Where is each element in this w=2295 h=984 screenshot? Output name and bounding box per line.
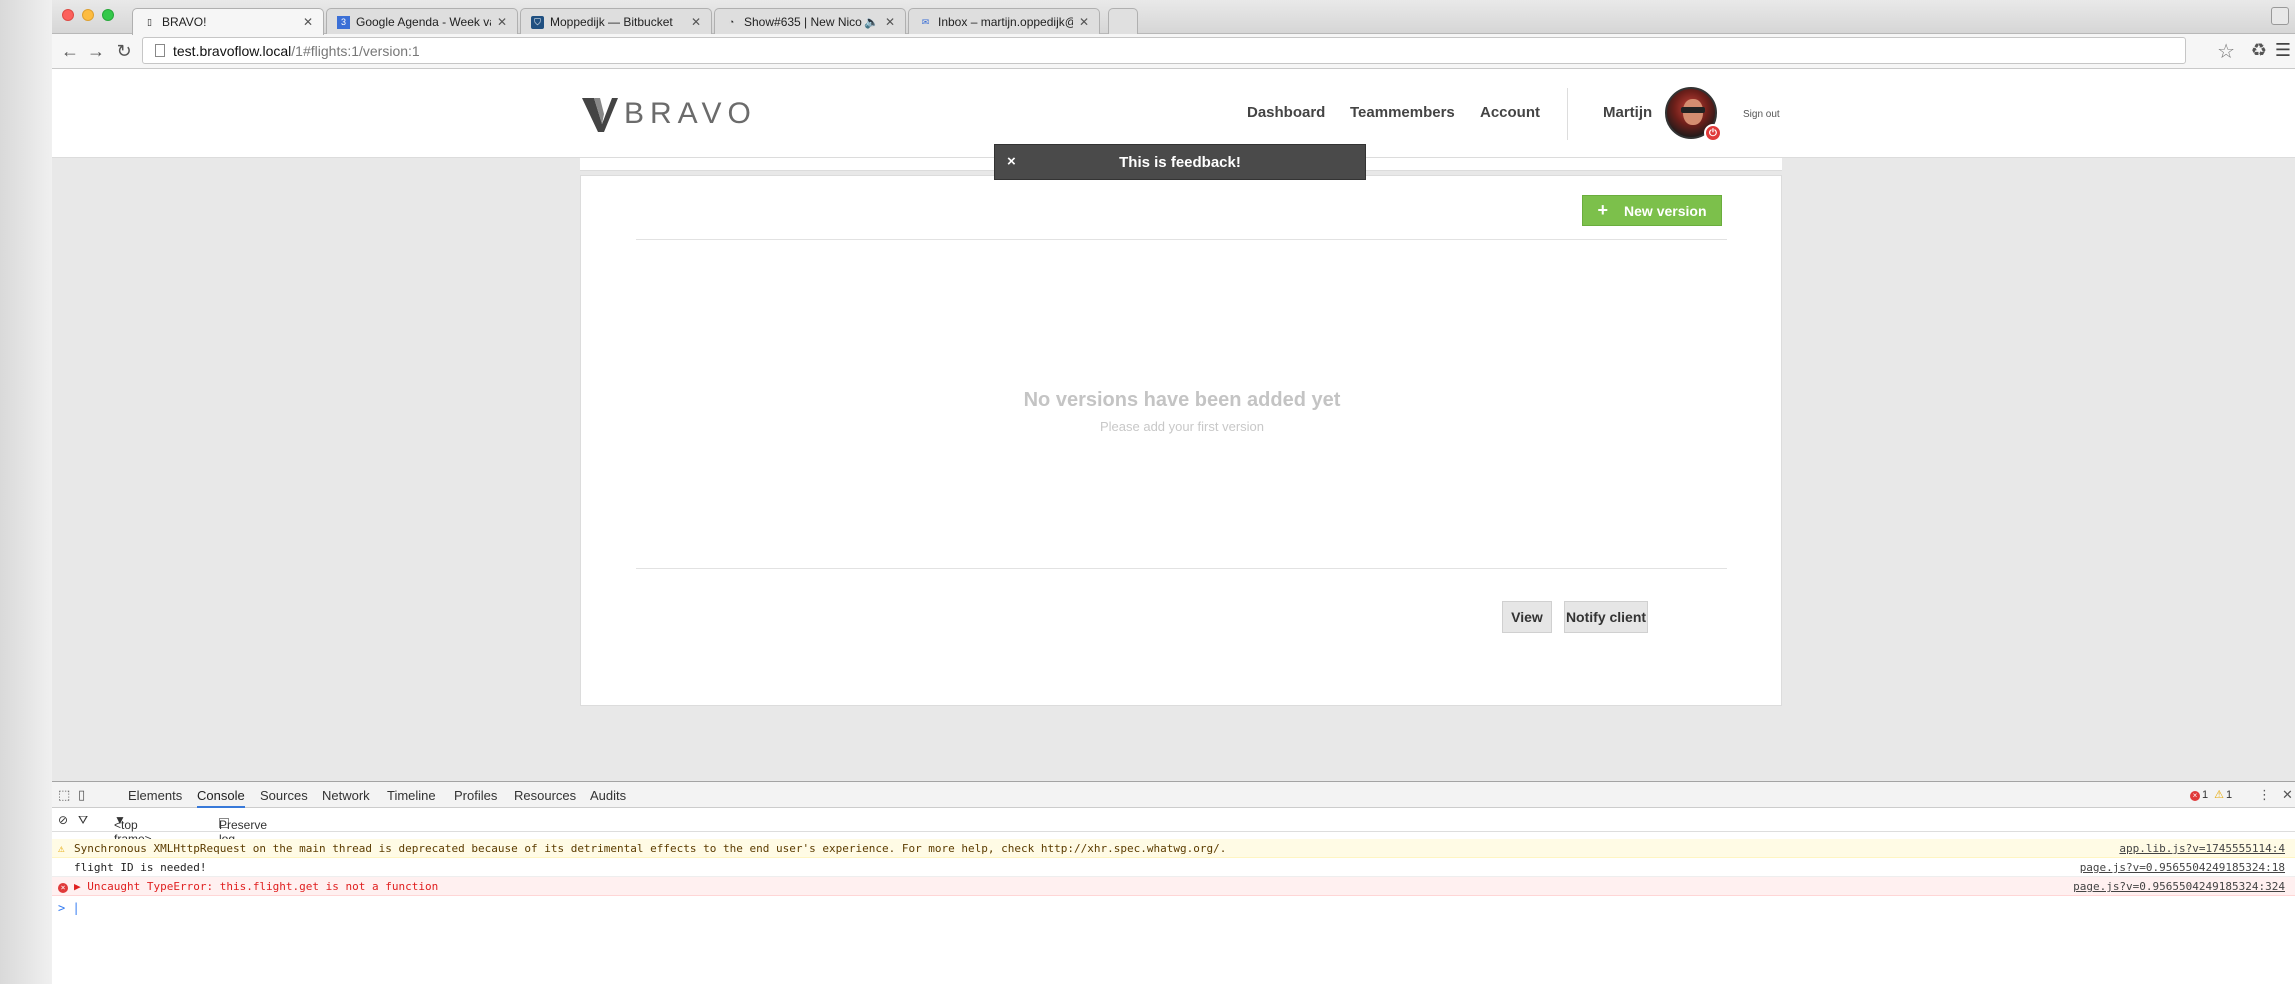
empty-state-subtitle: Please add your first version — [1099, 419, 1265, 434]
address-bar[interactable]: test.bravoflow.local /1#flights:1/versio… — [142, 37, 2186, 64]
empty-state-title: No versions have been added yet — [1023, 389, 1341, 411]
tab-google-agenda[interactable]: 3 Google Agenda - Week va ✕ — [326, 8, 518, 35]
new-tab-button[interactable] — [1108, 8, 1138, 35]
new-version-button[interactable]: + New version — [1582, 195, 1722, 226]
tab-audits[interactable]: Audits — [590, 788, 626, 803]
tab-timeline[interactable]: Timeline — [387, 788, 436, 803]
console-message-log: flight ID is needed! page.js?v=0.9565504… — [52, 858, 2295, 877]
console-toolbar: ⊘ ⛛ <top frame> ▼ Preserve log — [52, 808, 2295, 846]
close-devtools-icon[interactable]: ✕ — [2282, 787, 2293, 803]
nav-dashboard[interactable]: Dashboard — [1247, 104, 1325, 121]
browser-toolbar: ← → ↻ test.bravoflow.local /1#flights:1/… — [52, 34, 2295, 69]
user-name[interactable]: Martijn — [1603, 104, 1652, 121]
feedback-banner: × This is feedback! — [994, 144, 1366, 180]
profile-icon[interactable] — [2271, 7, 2289, 25]
divider — [636, 239, 1727, 240]
desktop-background — [0, 0, 52, 984]
zoom-window-button[interactable] — [102, 9, 114, 21]
forward-icon[interactable]: → — [84, 39, 108, 63]
plus-icon: + — [1597, 200, 1609, 220]
message-text: Synchronous XMLHttpRequest on the main t… — [74, 842, 1227, 855]
error-icon: × — [2190, 790, 2200, 801]
tab-network[interactable]: Network — [322, 788, 370, 803]
warning-count: 1 — [2226, 789, 2233, 801]
address-host: test.bravoflow.local — [173, 42, 292, 59]
logo-mark-icon — [582, 98, 618, 132]
source-link[interactable]: app.lib.js?v=1745555114:4 — [2119, 839, 2285, 858]
loading-icon: ◔ — [728, 17, 735, 27]
page-icon — [155, 44, 165, 57]
divider — [636, 568, 1727, 569]
devtools-panel: ⬚ ▯ Elements Console Sources Network Tim… — [52, 781, 2295, 984]
source-link[interactable]: page.js?v=0.9565504249185324:18 — [2080, 858, 2285, 877]
tab-close-icon[interactable]: ✕ — [691, 15, 701, 29]
tab-bar: ▯ BRAVO! ✕ 3 Google Agenda - Week va ✕ ⛉… — [52, 0, 2295, 35]
notify-client-button[interactable]: Notify client — [1564, 601, 1648, 633]
nav-account[interactable]: Account — [1480, 104, 1540, 121]
nav-divider — [1567, 88, 1568, 140]
calendar-icon: 3 — [337, 15, 350, 29]
view-button[interactable]: View — [1502, 601, 1552, 633]
sign-out-link[interactable]: Sign out — [1743, 109, 1780, 120]
message-text: flight ID is needed! — [74, 861, 207, 874]
web-page: BRAVO Dashboard Teammembers Account Mart… — [52, 70, 2295, 781]
tab-resources[interactable]: Resources — [514, 788, 576, 803]
logo-text: BRAVO — [624, 97, 757, 130]
tab-title: Google Agenda - Week va — [356, 15, 491, 29]
inspect-icon[interactable]: ⬚ — [58, 787, 70, 803]
console-message-error: × ▶ Uncaught TypeError: this.flight.get … — [52, 877, 2295, 896]
tab-show[interactable]: ◔ Show#635 | New Nicola 🔈 ✕ — [714, 8, 906, 35]
source-link[interactable]: page.js?v=0.9565504249185324:324 — [2073, 877, 2285, 896]
tab-bitbucket[interactable]: ⛉ Moppedijk — Bitbucket ✕ — [520, 8, 712, 35]
browser-window: ▯ BRAVO! ✕ 3 Google Agenda - Week va ✕ ⛉… — [52, 0, 2295, 984]
tab-close-icon[interactable]: ✕ — [303, 15, 313, 29]
tab-title: Inbox – martijn.oppedijk@g — [938, 15, 1073, 29]
speaker-icon: 🔈 — [863, 15, 879, 29]
device-mode-icon[interactable]: ▯ — [78, 787, 85, 803]
power-icon[interactable]: ⏻ — [1704, 124, 1722, 142]
warning-icon: ⚠ — [58, 842, 65, 855]
devtools-tab-bar: ⬚ ▯ Elements Console Sources Network Tim… — [52, 782, 2295, 808]
reload-icon[interactable]: ↻ — [112, 39, 136, 63]
filter-icon[interactable]: ⛛ — [78, 813, 88, 828]
issue-counts[interactable]: × 1 ⚠ 1 — [2190, 788, 2232, 801]
clear-console-icon[interactable]: ⊘ — [58, 813, 68, 827]
tab-sources[interactable]: Sources — [260, 788, 308, 803]
message-text[interactable]: ▶ Uncaught TypeError: this.flight.get is… — [74, 877, 438, 896]
tab-console[interactable]: Console — [197, 788, 245, 808]
close-window-button[interactable] — [62, 9, 74, 21]
page-icon: ▯ — [147, 16, 152, 27]
feedback-close-icon[interactable]: × — [1007, 153, 1016, 170]
context-select[interactable]: <top frame> ▼ — [114, 813, 152, 846]
bookmark-star-icon[interactable]: ☆ — [2217, 39, 2235, 64]
address-path: /1#flights:1/version:1 — [291, 42, 420, 59]
error-count: 1 — [2202, 788, 2209, 801]
menu-icon[interactable]: ☰ — [2275, 40, 2291, 61]
tab-title: BRAVO! — [162, 15, 207, 29]
tab-inbox[interactable]: ✉ Inbox – martijn.oppedijk@g ✕ — [908, 8, 1100, 35]
tab-close-icon[interactable]: ✕ — [1079, 15, 1089, 29]
tab-bravo[interactable]: ▯ BRAVO! ✕ — [132, 8, 324, 35]
bravo-logo[interactable]: BRAVO — [580, 94, 757, 134]
console-message-warning: ⚠ Synchronous XMLHttpRequest on the main… — [52, 839, 2295, 858]
new-version-label: New version — [1624, 202, 1707, 219]
tab-close-icon[interactable]: ✕ — [497, 15, 507, 29]
tab-profiles[interactable]: Profiles — [454, 788, 497, 803]
tab-elements[interactable]: Elements — [128, 788, 182, 803]
versions-card: + New version No versions have been adde… — [580, 175, 1782, 706]
more-options-icon[interactable]: ⋮ — [2258, 787, 2271, 803]
minimize-window-button[interactable] — [82, 9, 94, 21]
bitbucket-icon: ⛉ — [531, 15, 544, 29]
tab-title: Moppedijk — Bitbucket — [550, 15, 673, 29]
tab-title: Show#635 | New Nicola — [744, 15, 862, 29]
error-icon: × — [58, 877, 70, 896]
console-prompt[interactable]: > | — [58, 901, 80, 915]
nav-teammembers[interactable]: Teammembers — [1350, 104, 1455, 121]
mail-icon: ✉ — [921, 16, 930, 27]
tab-close-icon[interactable]: ✕ — [885, 15, 895, 29]
extension-icon[interactable]: ♻ — [2251, 40, 2267, 61]
feedback-message: This is feedback! — [1119, 153, 1241, 171]
warning-icon: ⚠ — [2214, 789, 2224, 801]
back-icon[interactable]: ← — [58, 39, 82, 63]
